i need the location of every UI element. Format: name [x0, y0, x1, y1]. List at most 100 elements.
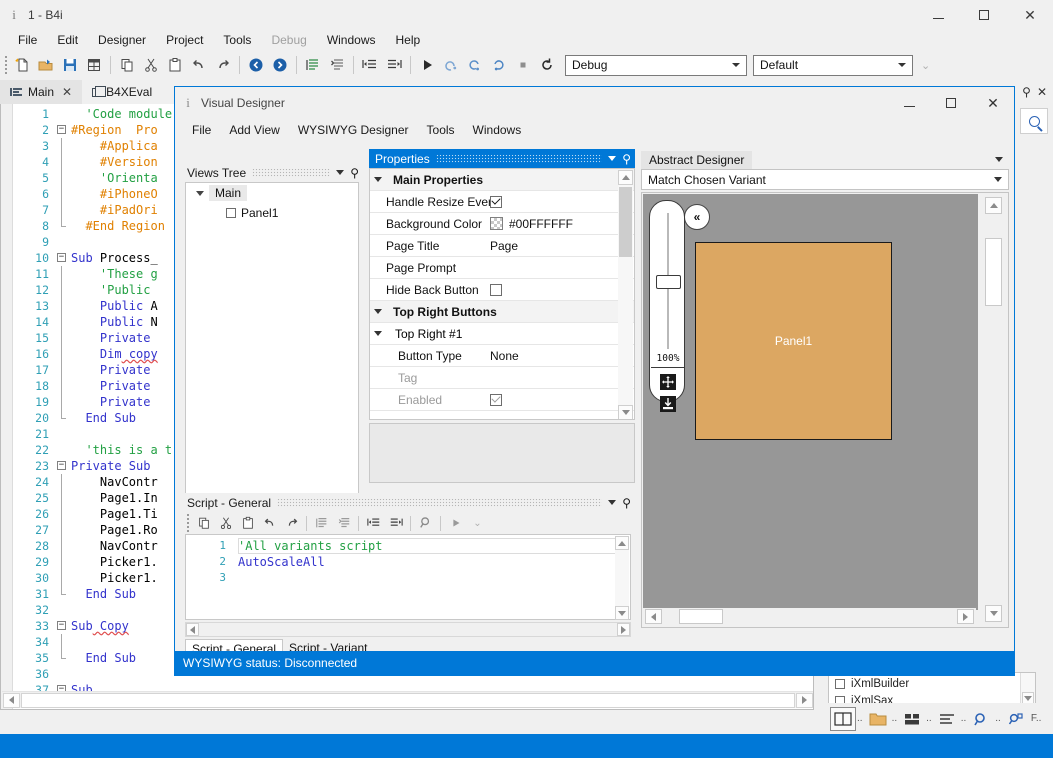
variant-selector[interactable]: Match Chosen Variant — [641, 169, 1009, 190]
logs-icon[interactable] — [934, 707, 960, 731]
paste-icon[interactable] — [164, 54, 186, 76]
pin-icon[interactable]: ⚲ — [350, 167, 359, 179]
tab-main[interactable]: Main ✕ — [0, 80, 82, 104]
property-value[interactable] — [490, 284, 634, 296]
vd-menu-file[interactable]: File — [183, 121, 220, 139]
tab-close-icon[interactable]: ✕ — [62, 85, 72, 99]
undo-icon[interactable] — [188, 54, 210, 76]
script-vertical-scrollbar[interactable] — [615, 536, 629, 620]
abstract-designer-canvas[interactable]: Panel1 « 100% — [643, 194, 978, 610]
property-value[interactable]: Page — [490, 239, 634, 253]
fold-marker[interactable]: − — [55, 122, 71, 138]
save-icon[interactable] — [59, 54, 81, 76]
navigate-forward-icon[interactable] — [269, 54, 291, 76]
step-into-icon[interactable] — [464, 54, 486, 76]
redo-icon[interactable] — [281, 513, 302, 533]
property-row-page-title[interactable]: Page Title Page — [370, 235, 634, 257]
scroll-down-icon[interactable] — [615, 606, 629, 620]
menu-tools[interactable]: Tools — [213, 31, 261, 49]
run-icon[interactable] — [416, 54, 438, 76]
property-value[interactable]: None — [490, 349, 634, 363]
properties-scrollbar[interactable] — [618, 170, 633, 420]
property-value[interactable] — [490, 196, 634, 208]
script-editor[interactable]: 123 'All variants scriptAutoScaleAll — [185, 534, 631, 620]
canvas-scroll-down-area[interactable] — [978, 604, 1007, 626]
property-row-page-prompt[interactable]: Page Prompt — [370, 257, 634, 279]
property-value[interactable]: #00FFFFFF — [490, 217, 634, 231]
uncomment-block-icon[interactable] — [326, 54, 348, 76]
vd-minimize-button[interactable] — [888, 87, 930, 119]
tree-node-panel1[interactable]: Panel1 — [186, 203, 358, 223]
vd-menu-windows[interactable]: Windows — [464, 121, 531, 139]
uncomment-block-icon[interactable] — [333, 513, 354, 533]
dock-button-libraries[interactable]: .. — [830, 707, 863, 731]
checkbox-icon[interactable] — [490, 196, 502, 208]
property-category[interactable]: Main Properties — [370, 169, 634, 191]
views-tree-body[interactable]: Main Panel1 — [185, 182, 359, 526]
chevron-expanded-icon[interactable] — [374, 309, 382, 314]
drag-handle[interactable] — [277, 499, 602, 507]
search-icon[interactable] — [968, 707, 994, 731]
menu-edit[interactable]: Edit — [47, 31, 88, 49]
stop-icon[interactable] — [512, 54, 534, 76]
fold-marker[interactable]: − — [55, 250, 71, 266]
property-category[interactable]: Top Right Buttons — [370, 301, 634, 323]
canvas-horizontal-scrollbar[interactable] — [643, 608, 976, 626]
undo-icon[interactable] — [259, 513, 280, 533]
checkbox-icon[interactable] — [490, 284, 502, 296]
pin-icon[interactable]: ⚲ — [622, 497, 631, 509]
libraries-icon[interactable] — [830, 707, 856, 731]
scroll-left-icon[interactable] — [3, 693, 20, 708]
dock-button-find-results[interactable] — [1003, 707, 1029, 731]
modules-icon[interactable] — [899, 707, 925, 731]
property-row-handle-resize[interactable]: Handle Resize Ever — [370, 191, 634, 213]
vd-menu-add-view[interactable]: Add View — [220, 121, 288, 139]
vd-maximize-button[interactable] — [930, 87, 972, 119]
property-row-hide-back-button[interactable]: Hide Back Button — [370, 279, 634, 301]
libraries-list[interactable]: iXmlBuilder iXmlSax — [828, 672, 1036, 707]
menu-windows[interactable]: Windows — [317, 31, 386, 49]
vd-menu-wysiwyg-designer[interactable]: WYSIWYG Designer — [289, 121, 418, 139]
drag-handle[interactable] — [252, 169, 330, 177]
chevron-down-icon[interactable] — [995, 157, 1003, 162]
menu-project[interactable]: Project — [156, 31, 213, 49]
scroll-up-icon[interactable] — [618, 170, 633, 185]
minimize-button[interactable] — [915, 0, 961, 30]
menu-file[interactable]: File — [8, 31, 47, 49]
dock-button-modules[interactable]: .. — [899, 707, 932, 731]
scroll-up-icon[interactable] — [985, 197, 1002, 214]
dock-search-button[interactable] — [1020, 108, 1048, 134]
toolbar-overflow-icon[interactable]: ⌄ — [921, 59, 930, 72]
outdent-icon[interactable] — [363, 513, 384, 533]
canvas-vertical-scrollbar[interactable] — [978, 194, 1007, 610]
toolbar-grip[interactable] — [2, 56, 10, 74]
pin-icon[interactable]: ⚲ — [1022, 85, 1031, 99]
property-row-button-type[interactable]: Button Type None — [370, 345, 634, 367]
scroll-right-icon[interactable] — [796, 693, 813, 708]
fold-marker[interactable]: − — [55, 618, 71, 634]
double-chevron-left-icon[interactable]: « — [684, 204, 710, 230]
script-horizontal-scrollbar[interactable] — [185, 622, 631, 637]
paste-icon[interactable] — [237, 513, 258, 533]
move-icon[interactable] — [659, 373, 677, 391]
checkbox-icon[interactable] — [835, 679, 845, 689]
copy-icon[interactable] — [116, 54, 138, 76]
scroll-down-icon[interactable] — [618, 405, 633, 420]
list-item[interactable]: iXmlBuilder — [829, 675, 1035, 692]
color-swatch-icon[interactable] — [490, 217, 503, 230]
scroll-thumb[interactable] — [619, 187, 632, 257]
build-mode-select[interactable]: Debug — [565, 55, 747, 76]
navigate-back-icon[interactable] — [245, 54, 267, 76]
save-all-icon[interactable] — [83, 54, 105, 76]
toolbar-grip[interactable] — [184, 514, 192, 532]
dock-button-files[interactable]: .. — [865, 707, 898, 731]
script-line[interactable] — [238, 570, 630, 586]
chevron-expanded-icon[interactable] — [374, 177, 382, 182]
indent-icon[interactable] — [383, 54, 405, 76]
close-button[interactable]: ✕ — [1007, 0, 1053, 30]
pin-icon[interactable]: ⚲ — [622, 153, 631, 165]
scroll-thumb[interactable] — [21, 693, 795, 708]
design-view-panel1[interactable]: Panel1 — [695, 242, 892, 440]
overflow-icon[interactable]: ⌄ — [467, 513, 488, 533]
chevron-expanded-icon[interactable] — [374, 331, 382, 336]
